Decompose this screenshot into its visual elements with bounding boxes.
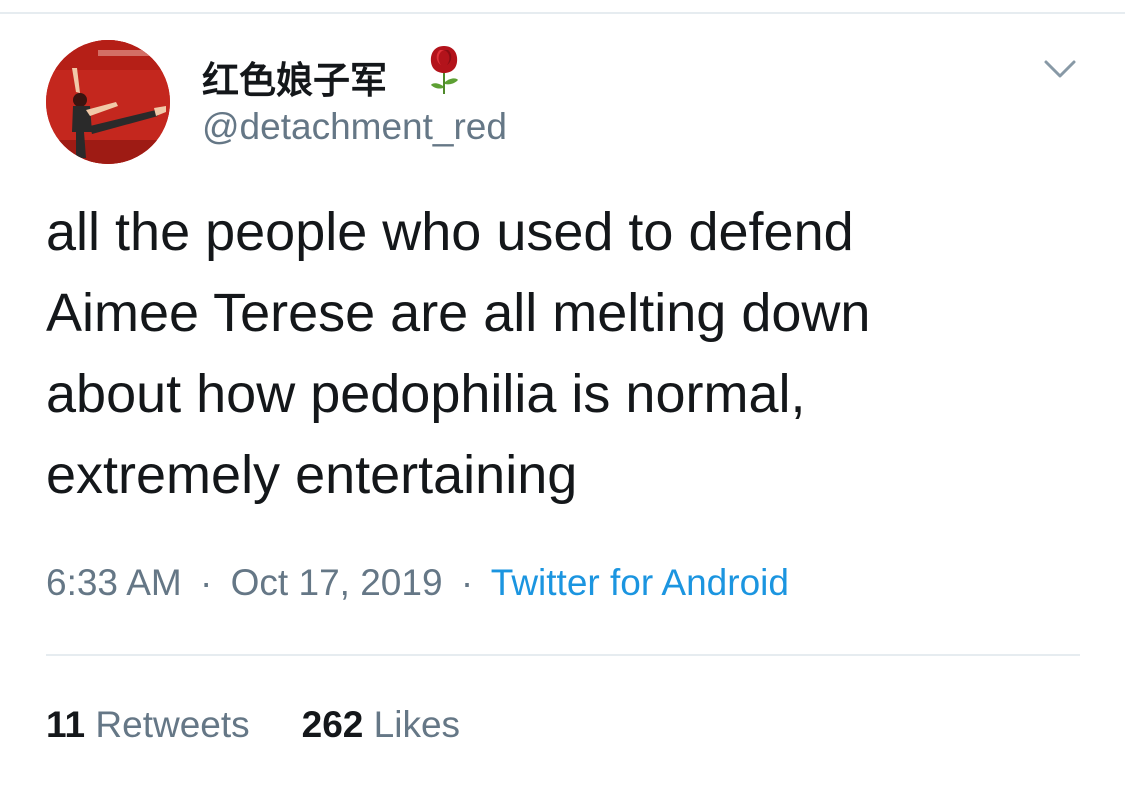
tweet-time[interactable]: 6:33 AM [46, 562, 182, 603]
meta-separator: · [200, 562, 213, 603]
user-handle[interactable]: @detachment_red [202, 106, 507, 148]
tweet-date[interactable]: Oct 17, 2019 [231, 562, 443, 603]
tweet-source-link[interactable]: Twitter for Android [491, 562, 789, 603]
avatar-image [46, 40, 170, 164]
retweets-stat[interactable]: 11 Retweets [46, 704, 250, 746]
rose-icon [430, 46, 458, 94]
likes-label: Likes [373, 704, 461, 745]
meta-separator: · [460, 562, 474, 603]
avatar[interactable] [46, 40, 170, 164]
tweet-text-line: about how pedophilia is normal, [46, 364, 806, 424]
tweet-text-line: all the people who used to defend [46, 202, 854, 262]
tweet-stats: 11 Retweets 262 Likes [46, 704, 460, 746]
top-divider [0, 12, 1125, 14]
likes-count: 262 [301, 704, 364, 745]
stats-divider [46, 654, 1080, 656]
retweets-count: 11 [46, 704, 86, 745]
tweet-meta: 6:33 AM · Oct 17, 2019 · Twitter for And… [46, 562, 789, 604]
likes-stat[interactable]: 262 Likes [302, 704, 460, 746]
tweet-text-line: Aimee Terese are all melting down [46, 283, 871, 343]
retweets-label: Retweets [95, 704, 250, 745]
display-name[interactable]: 红色娘子军 [202, 50, 387, 104]
tweet-card: 红色娘子军 @detachment_red all the people who… [0, 0, 1125, 786]
tweet-text: all the people who used to defend Aimee … [46, 192, 1086, 516]
chevron-down-icon[interactable] [1040, 52, 1080, 84]
tweet-text-line: extremely entertaining [46, 445, 578, 505]
